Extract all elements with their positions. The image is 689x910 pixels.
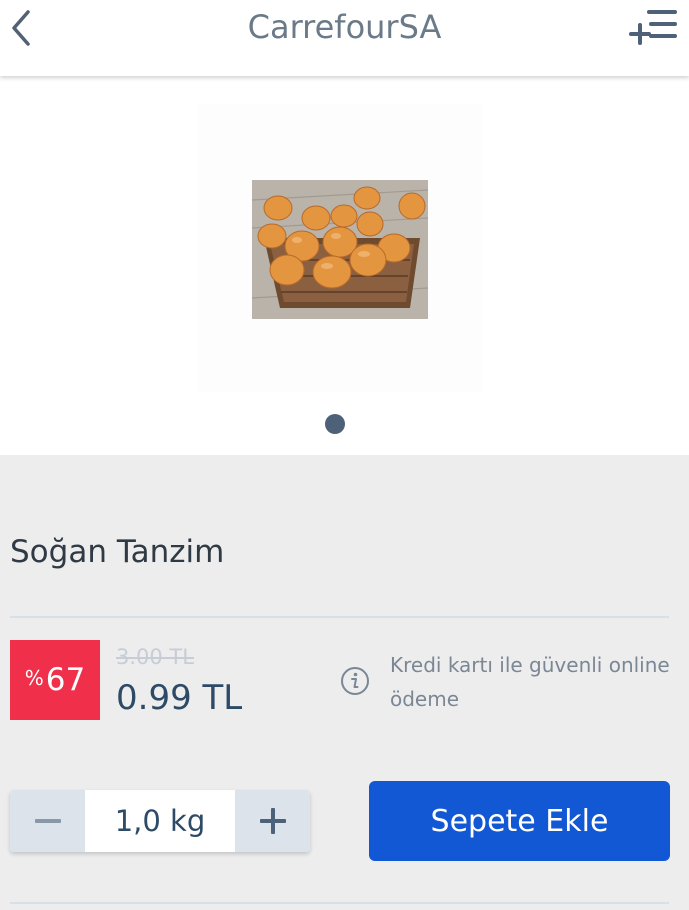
discount-badge: % 67 <box>10 640 100 720</box>
plus-icon <box>259 808 286 834</box>
product-image <box>252 180 428 319</box>
divider <box>10 616 669 618</box>
discount-value: 67 <box>45 662 86 698</box>
quantity-value[interactable]: 1,0 kg <box>85 790 235 852</box>
increment-button[interactable] <box>235 790 310 852</box>
discount-percent-symbol: % <box>24 666 44 690</box>
old-price: 3.00 TL <box>116 645 194 669</box>
page-title: CarrefourSA <box>247 8 442 46</box>
app-header: CarrefourSA <box>0 0 689 76</box>
bottom-divider <box>10 902 669 904</box>
info-icon[interactable] <box>340 666 370 696</box>
add-to-list-button[interactable] <box>629 4 683 48</box>
current-price: 0.99 TL <box>116 678 243 718</box>
decrement-button[interactable] <box>10 790 85 852</box>
product-image-gallery[interactable] <box>0 76 689 455</box>
add-to-list-icon <box>629 10 677 45</box>
product-image-frame <box>198 104 482 392</box>
payment-info-text: Kredi kartı ile güvenli online ödeme <box>390 653 670 711</box>
carousel-indicator-dot[interactable] <box>325 414 345 434</box>
minus-icon <box>34 819 61 823</box>
add-to-cart-button[interactable]: Sepete Ekle <box>369 781 670 861</box>
product-name: Soğan Tanzim <box>10 534 225 570</box>
quantity-stepper: 1,0 kg <box>10 790 310 852</box>
